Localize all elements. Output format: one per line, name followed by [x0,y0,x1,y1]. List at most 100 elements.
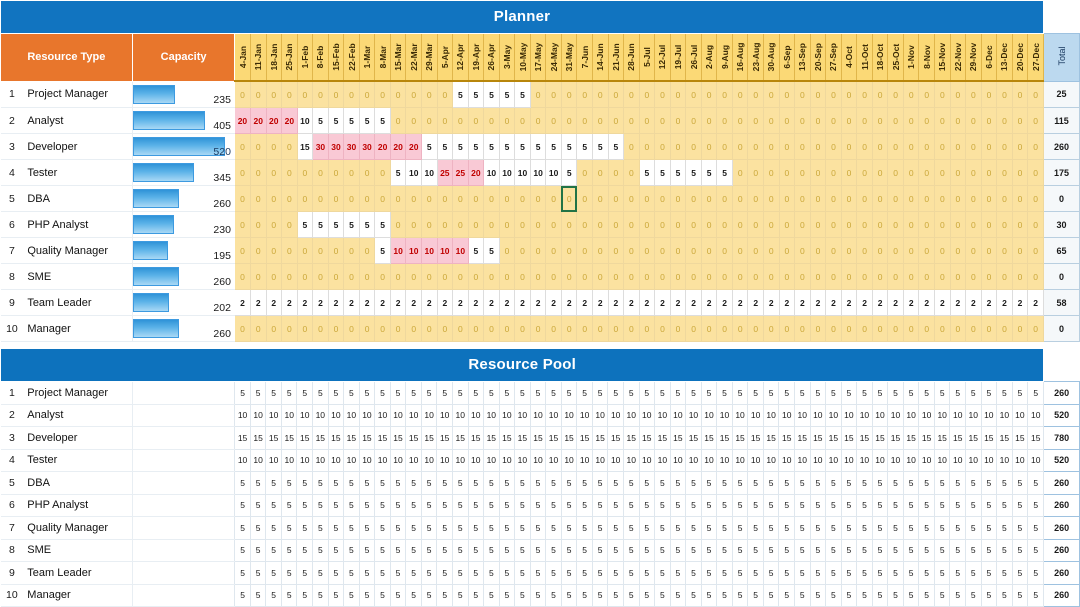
planner-cell[interactable]: 20 [468,159,485,186]
planner-cell[interactable]: 0 [514,263,531,290]
pool-cell[interactable]: 5 [872,516,889,540]
header-week-27-dec[interactable]: 27-Dec [1027,33,1044,82]
planner-cell[interactable]: 5 [483,237,500,264]
pool-cell[interactable]: 15 [934,426,951,450]
pool-cell[interactable]: 5 [514,471,531,495]
planner-cell[interactable]: 0 [250,159,267,186]
planner-cell[interactable]: 0 [576,211,593,238]
planner-cell[interactable]: 5 [312,211,329,238]
planner-cell[interactable]: 2 [281,289,298,316]
header-week-16-aug[interactable]: 16-Aug [731,33,749,82]
pool-cell[interactable]: 5 [359,561,376,585]
planner-cell[interactable]: 2 [856,289,873,316]
planner-cell[interactable]: 10 [437,237,454,264]
pool-cell[interactable]: 10 [654,449,671,472]
pool-cell[interactable]: 5 [281,494,298,517]
pool-cell[interactable]: 5 [514,381,531,405]
pool-cell[interactable]: 5 [872,494,889,517]
planner-cell[interactable]: 0 [934,133,951,160]
planner-cell[interactable]: 0 [234,315,251,342]
pool-cell[interactable]: 5 [390,584,407,607]
pool-cell[interactable]: 10 [436,449,453,472]
planner-cell[interactable]: 0 [918,81,936,108]
planner-cell[interactable]: 0 [405,185,422,212]
pool-cell[interactable]: 5 [499,539,516,562]
pool-cell[interactable]: 5 [343,516,360,540]
pool-cell[interactable]: 5 [234,516,251,540]
header-week-4-oct[interactable]: 4-Oct [840,33,858,82]
planner-cell[interactable]: 5 [437,133,454,160]
pool-cell[interactable]: 5 [561,494,578,517]
planner-cell[interactable]: 0 [234,211,251,238]
planner-cell[interactable]: 0 [1027,185,1044,212]
pool-cell[interactable]: 5 [405,471,422,495]
capacity-cell[interactable]: 235 [131,81,235,108]
pool-cell[interactable]: 5 [296,381,314,405]
planner-cell[interactable]: 0 [1027,237,1044,264]
planner-cell[interactable]: 2 [623,289,640,316]
pool-cell[interactable]: 5 [576,584,593,607]
pool-cell[interactable]: 10 [794,449,811,472]
pool-cell[interactable]: 5 [374,381,391,405]
planner-cell[interactable]: 0 [545,237,562,264]
pool-cell[interactable]: 5 [981,471,998,495]
pool-cell[interactable]: 10 [390,404,407,427]
planner-cell[interactable]: 0 [794,263,811,290]
planner-cell[interactable]: 10 [421,237,438,264]
planner-cell[interactable]: 0 [872,185,889,212]
planner-cell[interactable]: 5 [654,159,671,186]
pool-cell[interactable]: 5 [934,381,951,405]
header-week-6-sep[interactable]: 6-Sep [778,33,796,82]
planner-cell[interactable]: 5 [639,159,656,186]
pool-cell[interactable]: 10 [965,449,982,472]
header-week-8-mar[interactable]: 8-Mar [374,33,391,82]
pool-cell[interactable]: 5 [701,381,718,405]
planner-cell[interactable]: 0 [421,211,438,238]
pool-cell[interactable]: 15 [1012,426,1029,450]
resource-type-cell[interactable]: DBA [23,471,133,495]
pool-cell[interactable]: 5 [374,584,391,607]
pool-cell[interactable]: 5 [732,584,749,607]
resource-type-cell[interactable]: Developer [23,426,133,450]
planner-cell[interactable]: 2 [763,289,780,316]
pool-cell[interactable]: 5 [545,471,562,495]
planner-cell[interactable]: 0 [545,81,562,108]
planner-cell[interactable]: 2 [312,289,329,316]
planner-cell[interactable]: 0 [794,185,811,212]
pool-cell[interactable]: 5 [281,561,298,585]
planner-cell[interactable]: 2 [965,289,982,316]
table-row[interactable]: 1 Project Manager 235 0 0 0 0 0 0 0 0 0 0 0 0 0 0 5 5 5 5 5 0 0… [0,80,1080,108]
pool-cell[interactable]: 5 [592,381,609,405]
planner-cell[interactable]: 2 [343,289,360,316]
pool-cell[interactable]: 5 [934,494,951,517]
pool-cell[interactable]: 5 [483,516,500,540]
pool-cell[interactable]: 10 [250,449,267,472]
pool-cell[interactable]: 5 [281,584,298,607]
planner-cell[interactable]: 0 [312,81,329,108]
planner-cell[interactable]: 0 [872,315,889,342]
pool-cell[interactable]: 15 [359,426,376,450]
planner-cell[interactable]: 0 [545,107,562,134]
pool-cell[interactable]: 15 [685,426,702,450]
planner-cell[interactable]: 5 [514,133,531,160]
planner-cell[interactable]: 0 [872,237,889,264]
pool-cell[interactable]: 5 [483,381,500,405]
planner-cell[interactable]: 0 [934,185,951,212]
pool-cell[interactable]: 5 [825,381,842,405]
pool-cell[interactable]: 5 [561,516,578,540]
pool-cell[interactable]: 15 [607,426,624,450]
planner-cell[interactable]: 0 [779,211,796,238]
pool-cell[interactable]: 5 [514,584,531,607]
planner-cell[interactable]: 0 [266,237,283,264]
planner-cell[interactable]: 0 [608,81,625,108]
planner-cell[interactable]: 2 [468,289,485,316]
pool-cell[interactable]: 5 [405,381,422,405]
pool-cell[interactable]: 5 [903,381,920,405]
pool-cell[interactable]: 5 [934,584,951,607]
planner-cell[interactable]: 0 [996,81,1013,108]
planner-cell[interactable]: 2 [918,289,936,316]
planner-cell[interactable]: 2 [514,289,531,316]
planner-cell[interactable]: 0 [250,237,267,264]
planner-cell[interactable]: 0 [545,185,562,212]
planner-cell[interactable]: 0 [266,159,283,186]
